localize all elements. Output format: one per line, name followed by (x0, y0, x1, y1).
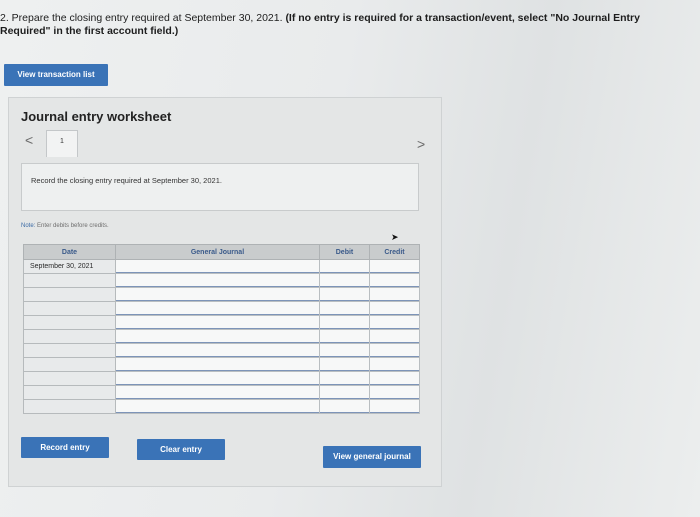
note: Note: Enter debits before credits. (21, 223, 109, 229)
date-cell: September 30, 2021 (23, 259, 116, 274)
column-header-credit: Credit (369, 244, 420, 260)
account-input[interactable] (115, 315, 320, 330)
question-text: 2. Prepare the closing entry required at… (0, 12, 680, 38)
credit-input[interactable] (369, 301, 420, 316)
credit-input[interactable] (369, 315, 420, 330)
debit-input[interactable] (319, 343, 370, 358)
instruction-box: Record the closing entry required at Sep… (21, 163, 419, 211)
credit-input[interactable] (369, 385, 420, 400)
journal-entry-worksheet: Journal entry worksheet < 1 > Record the… (8, 97, 442, 487)
chevron-right-icon[interactable]: > (417, 136, 425, 152)
journal-header-row: Date General Journal Debit Credit (23, 244, 420, 260)
note-label: Note: (21, 223, 36, 229)
journal-table: Date General Journal Debit Credit Septem… (23, 244, 420, 414)
table-row (23, 287, 420, 302)
account-input[interactable] (115, 259, 320, 274)
debit-input[interactable] (319, 315, 370, 330)
mouse-pointer-icon: ➤ (391, 232, 399, 242)
account-input[interactable] (115, 357, 320, 372)
view-transaction-list-button[interactable]: View transaction list (4, 64, 108, 86)
credit-input[interactable] (369, 287, 420, 302)
table-row (23, 329, 420, 344)
credit-input[interactable] (369, 357, 420, 372)
table-row (23, 385, 420, 400)
account-input[interactable] (115, 329, 320, 344)
debit-input[interactable] (319, 385, 370, 400)
date-cell (23, 371, 116, 386)
question-instruction: Prepare the closing entry required at Se… (8, 12, 286, 24)
credit-input[interactable] (369, 259, 420, 274)
table-row (23, 301, 420, 316)
credit-input[interactable] (369, 329, 420, 344)
instruction-text: Record the closing entry required at Sep… (31, 176, 222, 185)
debit-input[interactable] (319, 273, 370, 288)
date-cell (23, 301, 116, 316)
credit-input[interactable] (369, 273, 420, 288)
date-cell (23, 357, 116, 372)
table-row (23, 399, 420, 414)
date-cell (23, 399, 116, 414)
date-cell (23, 273, 116, 288)
debit-input[interactable] (319, 259, 370, 274)
date-cell (23, 329, 116, 344)
column-header-date: Date (23, 244, 116, 260)
table-row (23, 357, 420, 372)
account-input[interactable] (115, 371, 320, 386)
table-row: September 30, 2021 (23, 259, 420, 274)
date-cell (23, 385, 116, 400)
chevron-left-icon[interactable]: < (25, 132, 33, 148)
debit-input[interactable] (319, 399, 370, 414)
date-cell (23, 343, 116, 358)
debit-input[interactable] (319, 357, 370, 372)
date-cell (23, 315, 116, 330)
credit-input[interactable] (369, 399, 420, 414)
debit-input[interactable] (319, 301, 370, 316)
account-input[interactable] (115, 385, 320, 400)
account-input[interactable] (115, 399, 320, 414)
debit-input[interactable] (319, 329, 370, 344)
column-header-debit: Debit (319, 244, 370, 260)
tab-1[interactable]: 1 (46, 130, 78, 157)
column-header-general-journal: General Journal (115, 244, 320, 260)
date-cell (23, 287, 116, 302)
table-row (23, 371, 420, 386)
account-input[interactable] (115, 287, 320, 302)
journal-body: September 30, 2021 (23, 259, 420, 414)
credit-input[interactable] (369, 343, 420, 358)
note-text: Enter debits before credits. (35, 223, 109, 229)
table-row (23, 273, 420, 288)
account-input[interactable] (115, 273, 320, 288)
account-input[interactable] (115, 343, 320, 358)
table-row (23, 315, 420, 330)
debit-input[interactable] (319, 287, 370, 302)
question-number: 2. (0, 12, 9, 24)
account-input[interactable] (115, 301, 320, 316)
record-entry-button[interactable]: Record entry (21, 437, 109, 458)
table-row (23, 343, 420, 358)
credit-input[interactable] (369, 371, 420, 386)
worksheet-title: Journal entry worksheet (21, 109, 172, 124)
view-general-journal-button[interactable]: View general journal (323, 446, 421, 468)
clear-entry-button[interactable]: Clear entry (137, 439, 225, 460)
debit-input[interactable] (319, 371, 370, 386)
